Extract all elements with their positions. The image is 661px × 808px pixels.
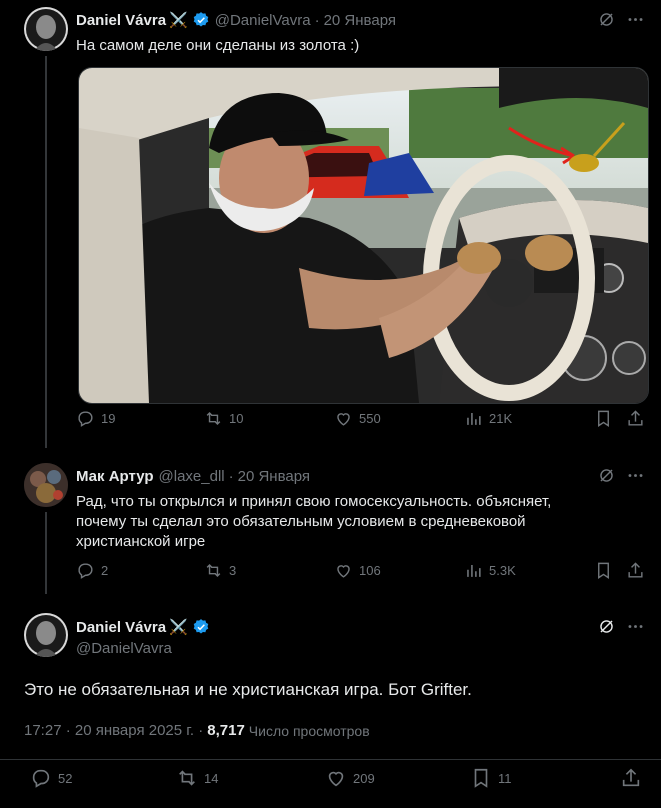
views-button[interactable]: 21K bbox=[464, 409, 512, 428]
avatar[interactable] bbox=[24, 613, 68, 657]
more-icon[interactable] bbox=[626, 466, 645, 485]
reply-button[interactable]: 2 bbox=[76, 561, 108, 580]
divider bbox=[0, 759, 661, 760]
more-icon[interactable] bbox=[626, 10, 645, 29]
retweet-icon bbox=[206, 411, 221, 425]
retweet-count: 3 bbox=[229, 562, 237, 578]
verified-icon bbox=[193, 12, 209, 27]
share-button[interactable] bbox=[626, 409, 651, 428]
like-icon bbox=[337, 564, 350, 578]
reply-count: 52 bbox=[58, 770, 73, 786]
tweet-media[interactable] bbox=[78, 67, 649, 404]
views-icon bbox=[467, 564, 481, 577]
like-icon bbox=[328, 771, 344, 787]
retweet-icon bbox=[206, 563, 221, 577]
grok-icon[interactable] bbox=[597, 10, 616, 29]
share-icon bbox=[628, 561, 643, 578]
like-count: 106 bbox=[359, 562, 381, 578]
swords-icon: ⚔️ bbox=[169, 619, 188, 636]
author-handle[interactable]: @DanielVavra bbox=[215, 12, 311, 29]
retweet-icon bbox=[179, 770, 195, 786]
share-icon bbox=[622, 768, 640, 787]
bookmark-count: 11 bbox=[498, 770, 512, 786]
grok-icon[interactable] bbox=[597, 617, 616, 636]
views-label: Число просмотров bbox=[248, 722, 370, 739]
like-button[interactable]: 550 bbox=[334, 409, 381, 428]
retweet-button[interactable]: 14 bbox=[176, 767, 218, 789]
bookmark-button[interactable] bbox=[594, 561, 619, 580]
tweet-text-line: Рад, что ты открылся и принял свою гомос… bbox=[76, 493, 552, 510]
avatar[interactable] bbox=[24, 7, 68, 51]
tweet-text-line: христианской игре bbox=[76, 533, 206, 550]
bookmark-icon bbox=[474, 768, 488, 788]
tweet-date[interactable]: 20 Января bbox=[238, 468, 310, 485]
like-button[interactable]: 106 bbox=[334, 561, 381, 580]
tweet-timestamp[interactable]: 17:27 · 20 января 2025 г. · bbox=[24, 722, 203, 739]
author-handle[interactable]: @DanielVavra bbox=[76, 640, 172, 657]
reply-icon bbox=[78, 562, 93, 579]
bookmark-button[interactable]: 11 bbox=[470, 767, 512, 789]
more-icon[interactable] bbox=[626, 617, 645, 636]
swords-icon: ⚔️ bbox=[169, 12, 188, 29]
thread-line bbox=[45, 512, 47, 594]
like-count: 550 bbox=[359, 410, 381, 426]
tweet-text: Рад, что ты открылся и принял свою гомос… bbox=[76, 492, 646, 552]
retweet-count: 10 bbox=[229, 410, 244, 426]
reply-icon bbox=[78, 410, 93, 427]
grok-icon[interactable] bbox=[597, 466, 616, 485]
share-button[interactable] bbox=[626, 561, 651, 580]
reply-count: 19 bbox=[101, 410, 116, 426]
verified-icon bbox=[193, 619, 209, 634]
reply-count: 2 bbox=[101, 562, 109, 578]
tweet-date[interactable]: 20 Января bbox=[324, 12, 396, 29]
share-button[interactable] bbox=[620, 767, 648, 789]
reply-button[interactable]: 52 bbox=[30, 767, 72, 789]
thread-line bbox=[45, 56, 47, 448]
views-count: 21K bbox=[489, 410, 513, 426]
reply-button[interactable]: 19 bbox=[76, 409, 115, 428]
tweet-text-line: почему ты сделал это обязательным услови… bbox=[76, 513, 526, 530]
share-icon bbox=[628, 409, 643, 426]
separator-dot: · bbox=[314, 11, 320, 29]
separator-dot: · bbox=[228, 467, 234, 485]
reply-icon bbox=[32, 769, 50, 788]
retweet-button[interactable]: 10 bbox=[204, 409, 243, 428]
views-count: 5.3K bbox=[489, 562, 516, 578]
avatar[interactable] bbox=[24, 463, 68, 507]
like-icon bbox=[337, 412, 350, 426]
car-photo bbox=[79, 68, 648, 403]
author-name[interactable]: Daniel Vávra bbox=[76, 619, 166, 636]
bookmark-icon bbox=[598, 410, 609, 427]
views-icon bbox=[467, 412, 481, 425]
like-count: 209 bbox=[353, 770, 375, 786]
bookmark-button[interactable] bbox=[594, 409, 619, 428]
views-button[interactable]: 5.3K bbox=[464, 561, 516, 580]
retweet-button[interactable]: 3 bbox=[204, 561, 236, 580]
author-handle[interactable]: @laxe_dll bbox=[159, 468, 225, 485]
views-total: 8,717 bbox=[207, 722, 245, 739]
bookmark-icon bbox=[598, 562, 609, 579]
author-name[interactable]: Daniel Vávra bbox=[76, 12, 166, 29]
tweet-text: На самом деле они сделаны из золота :) bbox=[76, 37, 360, 54]
retweet-count: 14 bbox=[204, 770, 219, 786]
author-name[interactable]: Мак Артур bbox=[76, 468, 154, 485]
tweet-text: Это не обязательная и не христианская иг… bbox=[24, 680, 472, 699]
like-button[interactable]: 209 bbox=[325, 767, 375, 789]
